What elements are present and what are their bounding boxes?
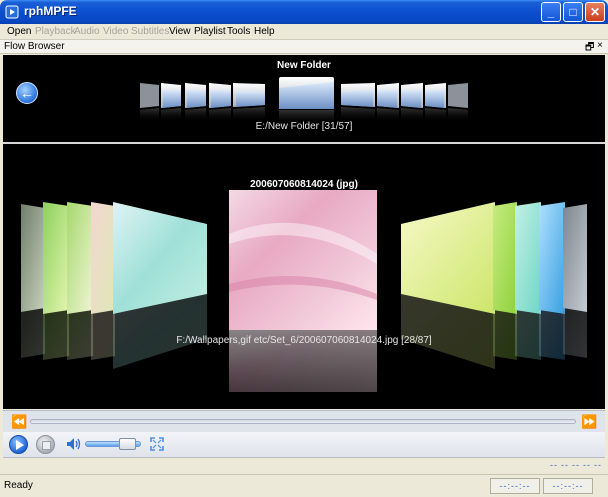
menu-view[interactable]: View xyxy=(169,26,191,37)
status-text: Ready xyxy=(4,480,33,491)
folder-icon[interactable] xyxy=(341,83,375,122)
time-readout-bar: -- -- -- -- -- xyxy=(3,458,605,472)
title-bar: rphMPFE _ □ ✕ xyxy=(0,0,608,24)
folder-icon[interactable] xyxy=(425,83,446,122)
folder-icon[interactable] xyxy=(209,83,231,122)
folder-icon[interactable] xyxy=(279,77,334,126)
image-cover-strip[interactable] xyxy=(3,144,605,409)
status-bar: Ready --:--:-- --:--:-- xyxy=(0,474,608,497)
menu-video[interactable]: Video xyxy=(103,26,128,37)
rewind-button[interactable]: ⏪ xyxy=(11,414,27,430)
maximize-button[interactable]: □ xyxy=(563,2,583,22)
time-segment: -- xyxy=(594,460,602,470)
window-title: rphMPFE xyxy=(24,4,77,18)
image-flow: 200607060814024 (jpg) F:/Wallpapers,gif … xyxy=(3,144,605,409)
seek-bar: ⏪ ⏩ xyxy=(3,410,605,432)
menu-help[interactable]: Help xyxy=(254,26,275,37)
menu-subtitles[interactable]: Subtitles xyxy=(131,26,169,37)
app-icon xyxy=(5,5,19,19)
menu-open[interactable]: Open xyxy=(7,26,31,37)
menu-bar: Open Playback Audio Video Subtitles View… xyxy=(0,24,608,40)
volume-icon[interactable] xyxy=(65,436,81,452)
image-thumbnail-selected[interactable] xyxy=(229,190,377,392)
elapsed-time: --:--:-- xyxy=(490,478,540,494)
folder-flow: ← New Folder E:/New Folder [31/57] xyxy=(3,55,605,142)
menu-playback[interactable]: Playback xyxy=(35,26,76,37)
folder-icon[interactable] xyxy=(161,83,181,122)
forward-button[interactable]: ⏩ xyxy=(581,414,597,430)
folder-icon[interactable] xyxy=(377,83,399,122)
minimize-button[interactable]: _ xyxy=(541,2,561,22)
player-controls xyxy=(3,432,605,458)
folder-path: E:/New Folder [31/57] xyxy=(255,121,353,132)
panel-close-button[interactable]: × xyxy=(597,40,603,51)
folder-icon[interactable] xyxy=(233,83,265,122)
total-time: --:--:-- xyxy=(543,478,593,494)
time-segment: -- xyxy=(583,460,591,470)
seek-slider[interactable] xyxy=(30,419,576,424)
fullscreen-icon[interactable] xyxy=(150,437,164,451)
folder-icon[interactable] xyxy=(401,83,423,122)
folder-icon[interactable] xyxy=(448,83,468,122)
menu-tools[interactable]: Tools xyxy=(227,26,250,37)
menu-playlist[interactable]: Playlist xyxy=(194,26,226,37)
time-segment: -- xyxy=(561,460,569,470)
image-path: F:/Wallpapers,gif etc/Set_6/200607060814… xyxy=(176,335,432,346)
panel-header: Flow Browser 🗗 × xyxy=(0,40,608,54)
menu-audio[interactable]: Audio xyxy=(74,26,100,37)
volume-slider-thumb[interactable] xyxy=(118,438,136,450)
time-segment: -- xyxy=(550,460,558,470)
close-button[interactable]: ✕ xyxy=(585,2,605,22)
folder-icon[interactable] xyxy=(185,83,206,122)
time-segment: -- xyxy=(572,460,580,470)
folder-icon[interactable] xyxy=(140,83,159,122)
panel-title: Flow Browser xyxy=(4,41,65,52)
play-icon[interactable] xyxy=(9,435,28,454)
stop-icon[interactable] xyxy=(36,435,55,454)
